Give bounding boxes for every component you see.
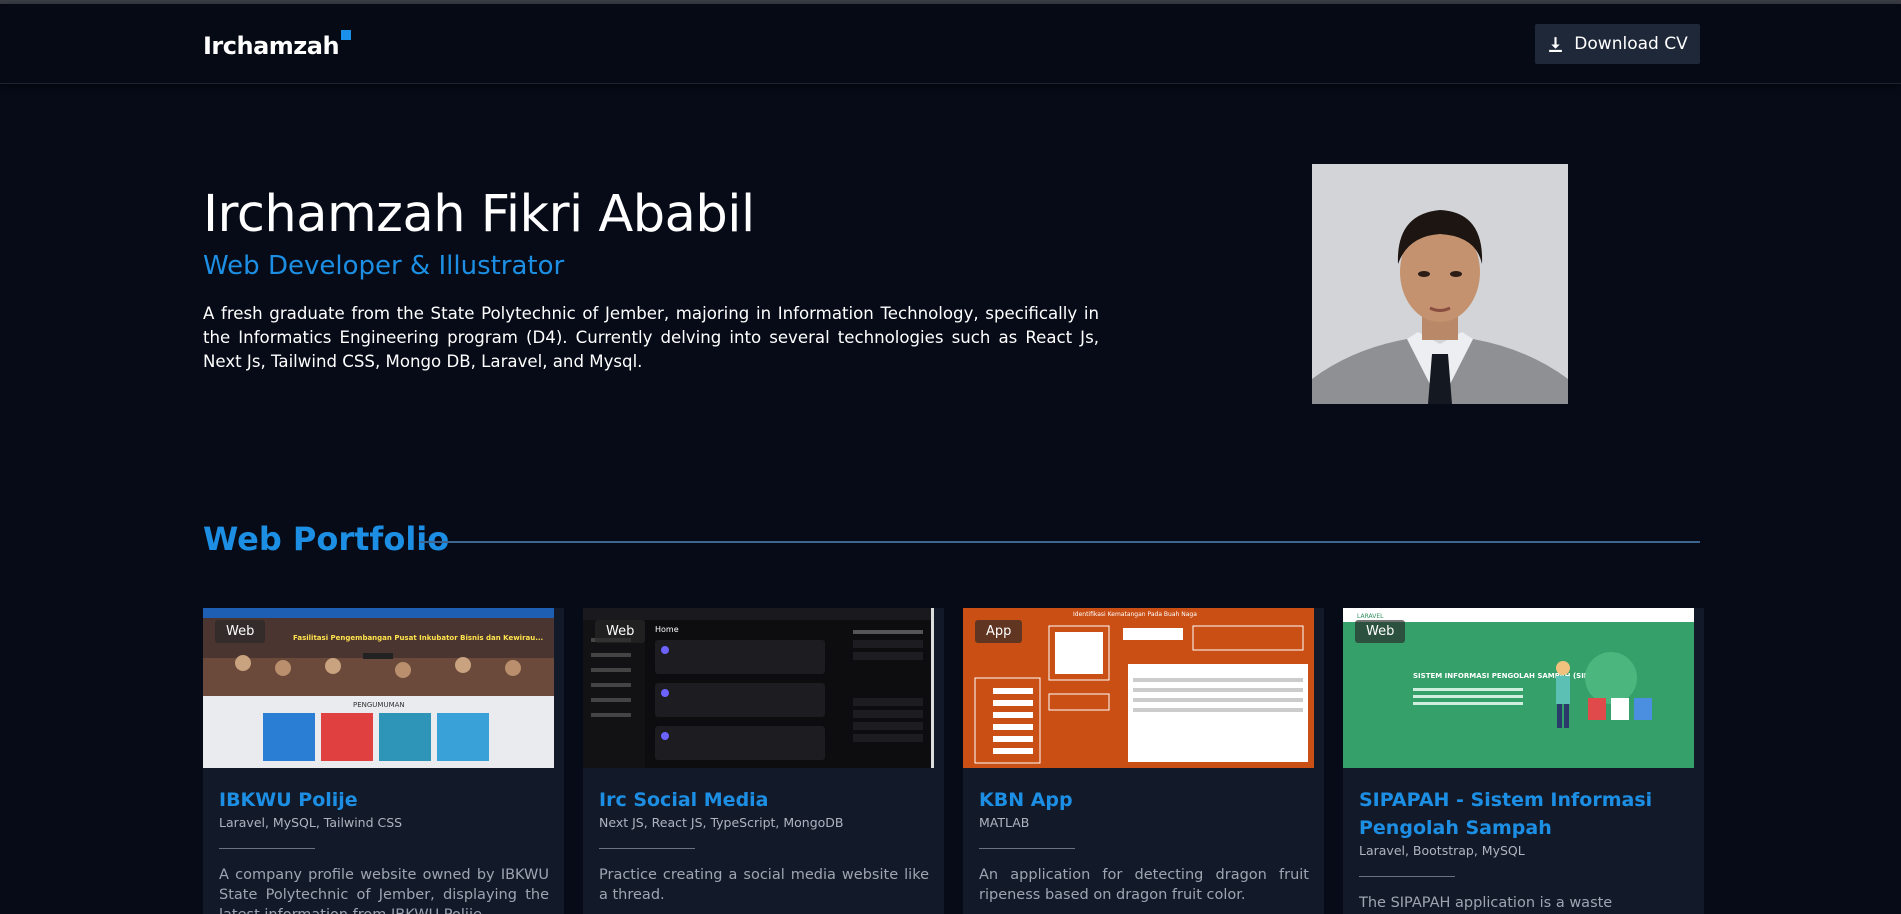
thumb-section: PENGUMUMAN	[353, 701, 405, 709]
thumb-header: Identifikasi Kematangan Pada Buah Naga	[1073, 611, 1197, 618]
hero-role: Web Developer & Illustrator	[203, 251, 565, 281]
navbar: Irchamzah Download CV	[0, 4, 1901, 84]
download-cv-button[interactable]: Download CV	[1535, 24, 1700, 64]
download-cv-label: Download CV	[1574, 34, 1688, 54]
portfolio-card-ibkwu[interactable]: Fasilitasi Pengembangan Pusat Inkubator …	[203, 608, 564, 914]
card-thumbnail: Fasilitasi Pengembangan Pusat Inkubator …	[203, 608, 554, 768]
card-divider	[979, 848, 1075, 849]
card-thumbnail: LARAVEL SISTEM INFORMASI PENGOLAH SAMPAH…	[1343, 608, 1694, 768]
site-logo[interactable]: Irchamzah	[203, 30, 352, 60]
card-type-badge: Web	[595, 620, 646, 643]
section-divider	[420, 541, 1700, 543]
portfolio-card-irc-social[interactable]: Home Web Irc Social Media Next JS, React…	[583, 608, 944, 914]
card-description: Practice creating a social media website…	[599, 867, 929, 903]
thumb-headline: Fasilitasi Pengembangan Pusat Inkubator …	[293, 634, 543, 642]
card-thumbnail: Identifikasi Kematangan Pada Buah Naga A…	[963, 608, 1314, 768]
portfolio-section-title: Web Portfolio	[203, 520, 450, 558]
thumb-brand: LARAVEL	[1357, 613, 1384, 620]
card-title[interactable]: SIPAPAH - Sistem Informasi Pengolah Samp…	[1359, 786, 1689, 842]
card-title[interactable]: KBN App	[979, 786, 1309, 814]
portfolio-card-kbn-app[interactable]: Identifikasi Kematangan Pada Buah Naga A…	[963, 608, 1324, 914]
card-title[interactable]: IBKWU Polije	[219, 786, 549, 814]
thumb-header: Home	[655, 625, 679, 634]
profile-photo	[1312, 164, 1568, 404]
download-icon	[1549, 36, 1563, 52]
card-description: The SIPAPAH application is a waste	[1359, 895, 1613, 911]
card-divider	[219, 848, 315, 849]
card-divider	[599, 848, 695, 849]
hero-description: A fresh graduate from the State Polytech…	[203, 304, 1099, 371]
logo-text: Irchamzah	[203, 32, 340, 60]
hero-name: Irchamzah Fikri Ababil	[203, 185, 755, 244]
card-tech-stack: Laravel, MySQL, Tailwind CSS	[219, 815, 403, 830]
card-tech-stack: MATLAB	[979, 815, 1030, 830]
card-type-badge: App	[975, 620, 1023, 643]
card-type-badge: Web	[215, 620, 266, 643]
card-description: An application for detecting dragon frui…	[979, 867, 1309, 903]
card-type-badge: Web	[1355, 620, 1406, 643]
card-description: A company profile website owned by IBKWU…	[219, 867, 549, 914]
card-tech-stack: Laravel, Bootstrap, MySQL	[1359, 843, 1525, 858]
card-title[interactable]: Irc Social Media	[599, 786, 929, 814]
thumb-headline: SISTEM INFORMASI PENGOLAH SAMPAH (SIPAPA…	[1413, 672, 1613, 680]
card-thumbnail: Home Web	[583, 608, 934, 768]
logo-square-icon	[341, 30, 352, 40]
portfolio-card-sipapah[interactable]: LARAVEL SISTEM INFORMASI PENGOLAH SAMPAH…	[1343, 608, 1704, 914]
card-divider	[1359, 876, 1455, 877]
card-tech-stack: Next JS, React JS, TypeScript, MongoDB	[599, 815, 844, 830]
